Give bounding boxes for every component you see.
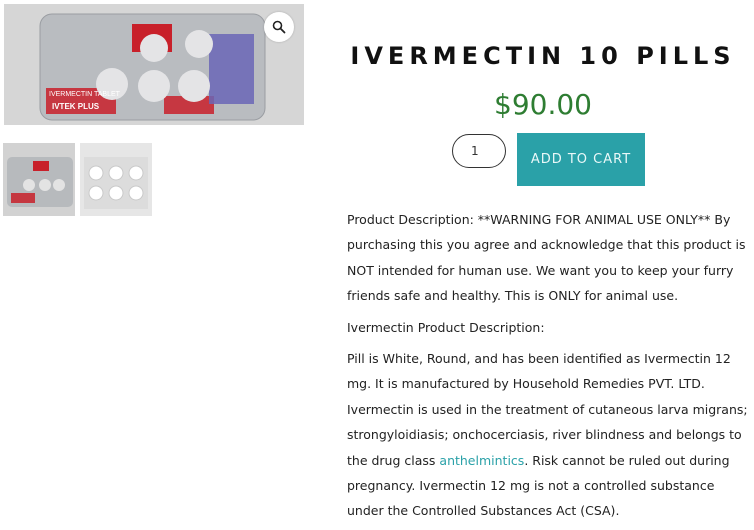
product-main-image[interactable]: IVERMECTIN TABLET IVTEK PLUS: [4, 4, 304, 125]
description-paragraph: Pill is White, Round, and has been ident…: [347, 346, 752, 524]
thumbnail-blister-pack[interactable]: [3, 143, 75, 216]
pills-thumbnail-icon: [80, 143, 152, 216]
blister-pack-thumbnail-icon: [3, 143, 75, 216]
pack-brand: IVTEK PLUS: [52, 102, 100, 111]
blister-pack-image: IVERMECTIN TABLET IVTEK PLUS: [4, 4, 304, 125]
search-icon: [272, 20, 286, 34]
product-title: IVERMECTIN 10 PILLS: [350, 42, 736, 70]
description-paragraph: Product Description: **WARNING FOR ANIMA…: [347, 212, 746, 304]
anthelmintics-link[interactable]: anthelmintics: [439, 453, 524, 468]
description-text: Pill is White, Round, and has been ident…: [347, 351, 748, 468]
add-to-cart-button[interactable]: ADD TO CART: [517, 133, 645, 186]
product-price: $90.00: [494, 88, 592, 121]
thumbnail-pills[interactable]: [80, 143, 152, 216]
zoom-button[interactable]: [264, 12, 294, 42]
product-description: Product Description: **WARNING FOR ANIMA…: [347, 207, 752, 524]
quantity-input[interactable]: [452, 134, 506, 168]
pack-label: IVERMECTIN TABLET: [49, 91, 121, 98]
description-subheading: Ivermectin Product Description:: [347, 319, 545, 335]
